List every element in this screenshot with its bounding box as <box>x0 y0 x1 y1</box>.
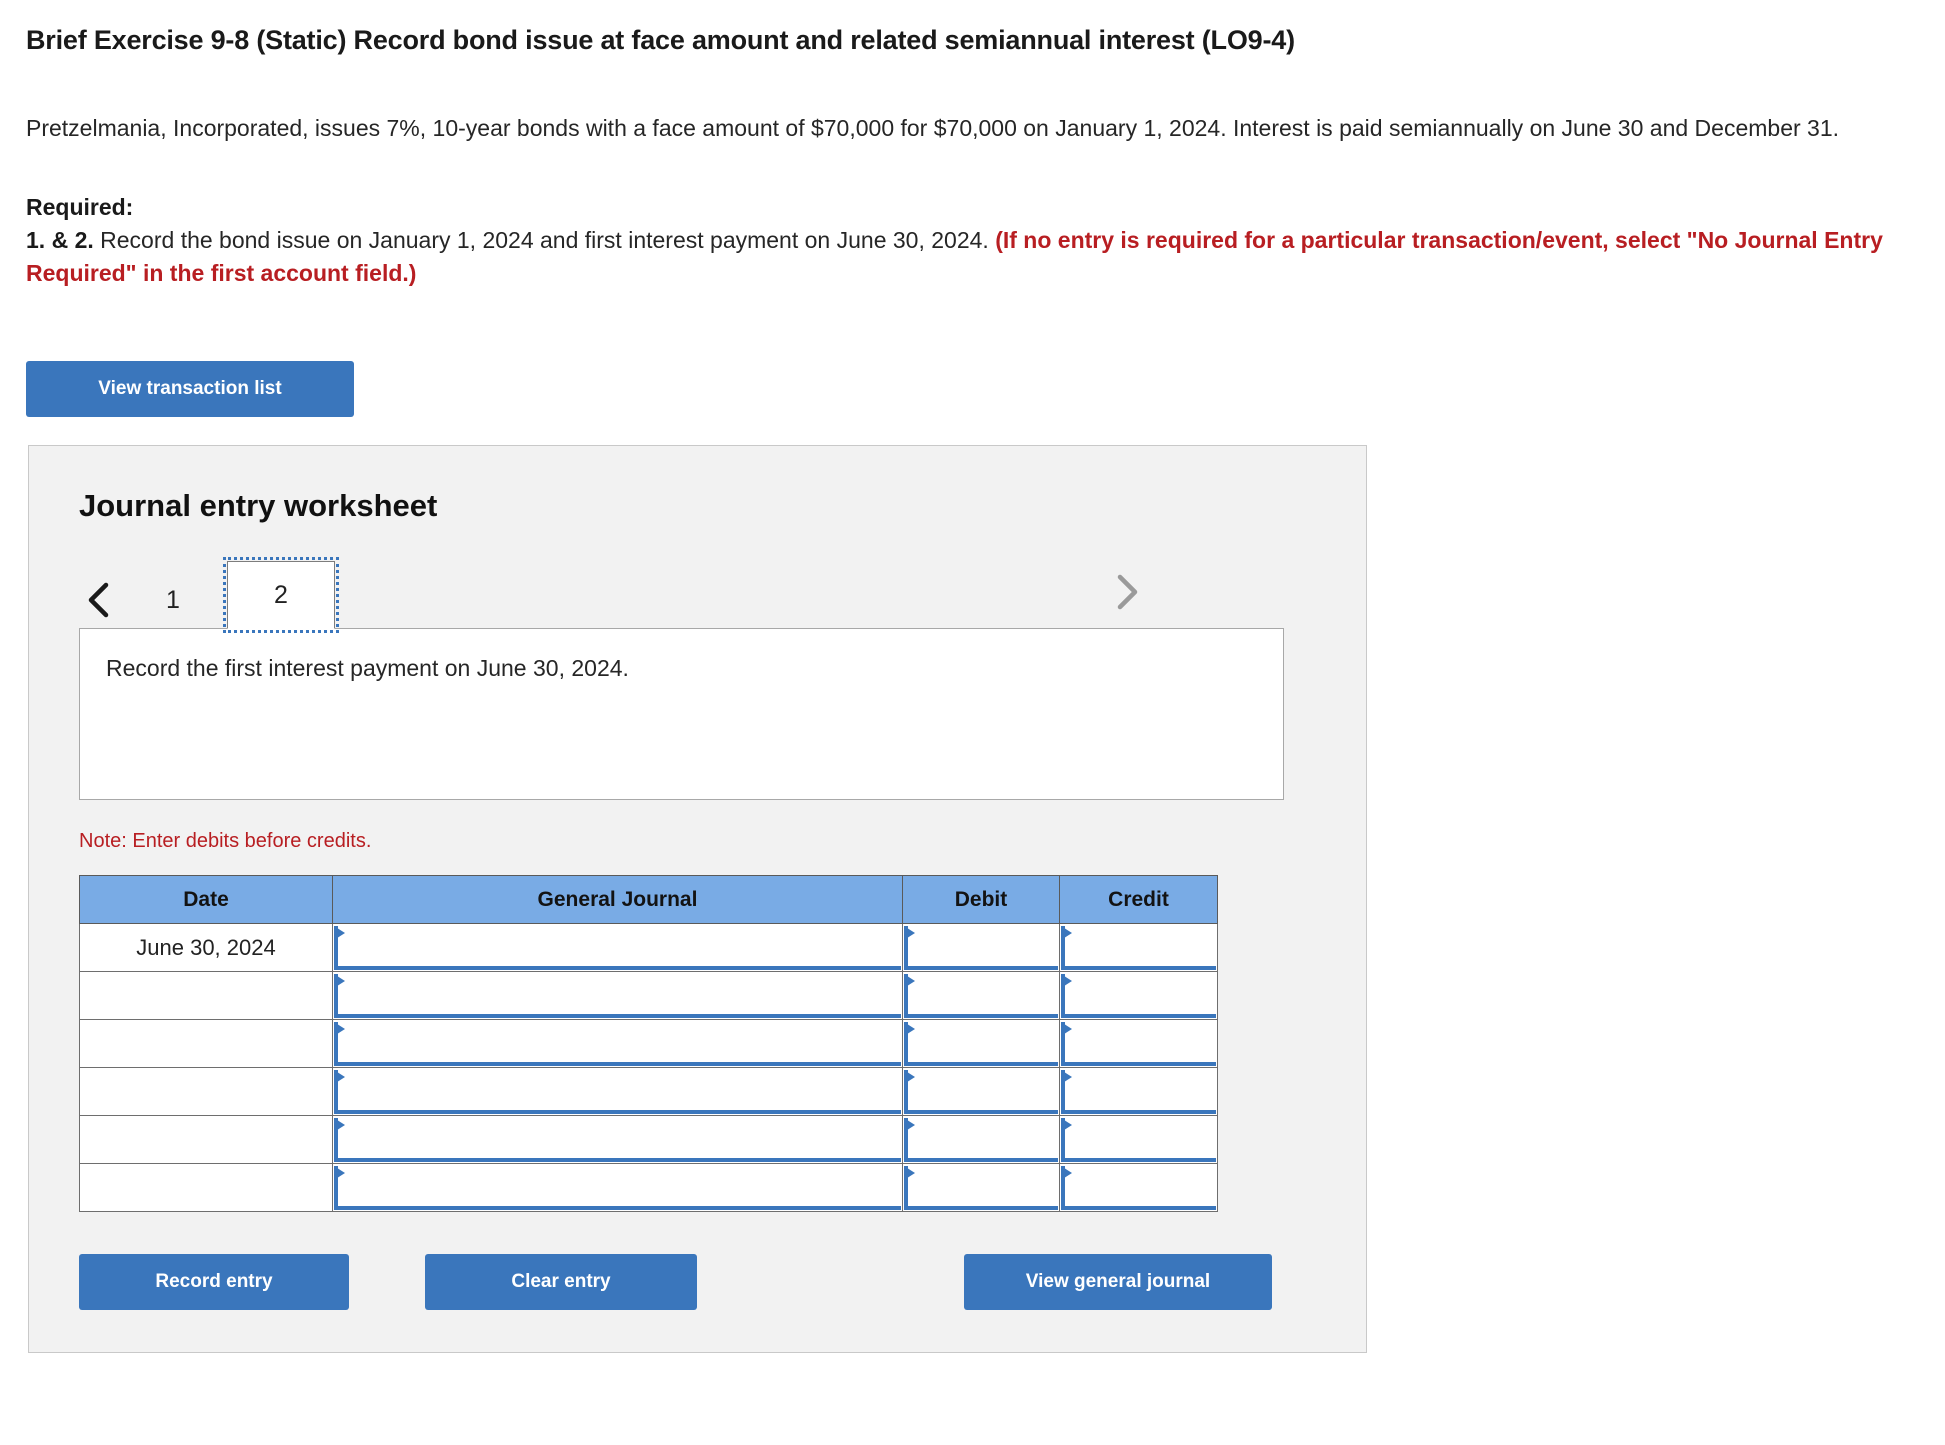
chevron-left-icon[interactable] <box>79 572 119 628</box>
debits-before-credits-note: Note: Enter debits before credits. <box>79 830 372 853</box>
cell-general-journal[interactable] <box>332 923 903 973</box>
cell-general-journal[interactable] <box>332 1067 903 1117</box>
cell-credit[interactable] <box>1059 1067 1218 1117</box>
problem-statement: Pretzelmania, Incorporated, issues 7%, 1… <box>26 114 1840 141</box>
cell-date: June 30, 2024 <box>79 923 333 973</box>
journal-entry-table: Date General Journal Debit Credit June 3… <box>79 875 1218 1213</box>
credit-input-1[interactable] <box>1061 926 1216 971</box>
account-select-1[interactable] <box>334 926 901 971</box>
required-section: Required: 1. & 2. Record the bond issue … <box>26 191 1916 289</box>
table-row: June 30, 2024 <box>79 923 1218 973</box>
credit-input-3[interactable] <box>1061 1022 1216 1067</box>
account-select-6[interactable] <box>334 1166 901 1211</box>
column-header-credit: Credit <box>1059 875 1218 925</box>
exercise-page: Brief Exercise 9-8 (Static) Record bond … <box>0 0 1945 1354</box>
credit-input-6[interactable] <box>1061 1166 1216 1211</box>
table-row <box>79 1019 1218 1069</box>
required-item-text: Record the bond issue on January 1, 2024… <box>93 227 996 254</box>
cell-credit[interactable] <box>1059 1019 1218 1069</box>
clear-entry-button[interactable]: Clear entry <box>425 1254 697 1311</box>
cell-date <box>79 971 333 1021</box>
account-select-2[interactable] <box>334 974 901 1019</box>
worksheet-action-buttons: Record entry Clear entry View general jo… <box>79 1254 1326 1311</box>
cell-debit[interactable] <box>902 1019 1060 1069</box>
worksheet-title: Journal entry worksheet <box>79 488 438 524</box>
table-row <box>79 1163 1218 1213</box>
account-select-3[interactable] <box>334 1022 901 1067</box>
cell-credit[interactable] <box>1059 1115 1218 1165</box>
worksheet-page-1[interactable]: 1 <box>119 572 227 628</box>
cell-debit[interactable] <box>902 923 1060 973</box>
worksheet-pager: 1 2 <box>79 556 1326 634</box>
cell-general-journal[interactable] <box>332 1019 903 1069</box>
table-row <box>79 971 1218 1021</box>
debit-input-6[interactable] <box>904 1166 1058 1211</box>
cell-date <box>79 1163 333 1213</box>
cell-date <box>79 1067 333 1117</box>
cell-debit[interactable] <box>902 1115 1060 1165</box>
debit-input-1[interactable] <box>904 926 1058 971</box>
cell-debit[interactable] <box>902 971 1060 1021</box>
cell-general-journal[interactable] <box>332 1163 903 1213</box>
column-header-debit: Debit <box>902 875 1060 925</box>
debit-input-4[interactable] <box>904 1070 1058 1115</box>
account-select-4[interactable] <box>334 1070 901 1115</box>
cell-general-journal[interactable] <box>332 1115 903 1165</box>
debit-input-5[interactable] <box>904 1118 1058 1163</box>
column-header-date: Date <box>79 875 333 925</box>
credit-input-4[interactable] <box>1061 1070 1216 1115</box>
cell-general-journal[interactable] <box>332 971 903 1021</box>
credit-input-2[interactable] <box>1061 974 1216 1019</box>
page-title: Brief Exercise 9-8 (Static) Record bond … <box>26 25 1295 55</box>
debit-input-2[interactable] <box>904 974 1058 1019</box>
chevron-right-icon[interactable] <box>1106 564 1146 620</box>
record-entry-button[interactable]: Record entry <box>79 1254 349 1311</box>
table-row <box>79 1067 1218 1117</box>
journal-entry-worksheet-panel: Journal entry worksheet 1 2 Record the f… <box>28 445 1367 1354</box>
cell-debit[interactable] <box>902 1067 1060 1117</box>
view-transaction-list-button[interactable]: View transaction list <box>26 361 354 418</box>
required-label: Required: <box>26 194 134 221</box>
table-header-row: Date General Journal Debit Credit <box>79 875 1218 925</box>
cell-date <box>79 1019 333 1069</box>
account-select-5[interactable] <box>334 1118 901 1163</box>
worksheet-page-2[interactable]: 2 <box>223 557 339 634</box>
transaction-description-box: Record the first interest payment on Jun… <box>79 628 1284 801</box>
cell-credit[interactable] <box>1059 1163 1218 1213</box>
cell-debit[interactable] <box>902 1163 1060 1213</box>
view-general-journal-button[interactable]: View general journal <box>964 1254 1272 1311</box>
column-header-general-journal: General Journal <box>332 875 903 925</box>
credit-input-5[interactable] <box>1061 1118 1216 1163</box>
cell-date <box>79 1115 333 1165</box>
debit-input-3[interactable] <box>904 1022 1058 1067</box>
cell-credit[interactable] <box>1059 971 1218 1021</box>
table-row <box>79 1115 1218 1165</box>
required-item-number: 1. & 2. <box>26 227 94 254</box>
cell-credit[interactable] <box>1059 923 1218 973</box>
